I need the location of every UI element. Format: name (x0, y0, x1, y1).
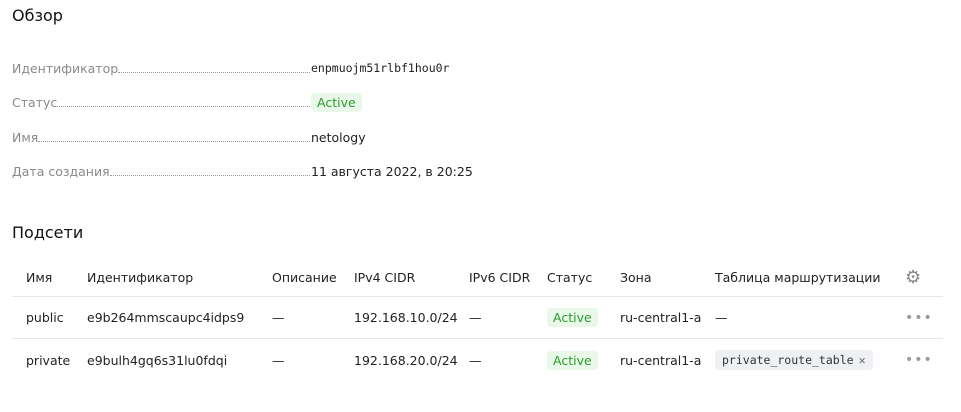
field-value: netology (311, 129, 366, 145)
field-id: Идентификатор enpmuojm51rlbf1hou0r (12, 58, 472, 78)
field-created: Дата создания 11 августа 2022, в 20:25 (12, 161, 473, 181)
col-name: Имя (26, 269, 53, 285)
more-icon[interactable]: ••• (905, 297, 933, 338)
status-badge: Active (311, 92, 362, 112)
field-label: Дата создания (12, 163, 110, 179)
cell-id: e9b264mmscaupc4idps9 (87, 310, 245, 325)
close-icon[interactable]: ✕ (859, 353, 866, 367)
overview-title: Обзор (12, 6, 63, 25)
table-header: Имя Идентификатор Описание IPv4 CIDR IPv… (12, 258, 943, 297)
cell-route-table: — (715, 310, 728, 325)
gear-icon[interactable]: ⚙ (905, 258, 921, 296)
col-ipv4: IPv4 CIDR (354, 269, 416, 285)
col-ipv6: IPv6 CIDR (469, 269, 531, 285)
cell-zone: ru-central1-a (620, 352, 702, 368)
subnets-table: Имя Идентификатор Описание IPv4 CIDR IPv… (12, 258, 943, 381)
field-value: 11 августа 2022, в 20:25 (311, 163, 473, 179)
cell-id: e9bulh4gq6s31lu0fdqi (87, 352, 228, 368)
cell-ipv4: 192.168.10.0/24 (354, 310, 458, 325)
col-route-table: Таблица маршрутизации (715, 269, 881, 285)
route-table-name: private_route_table (722, 353, 854, 367)
status-badge: Active (547, 308, 598, 327)
cell-ipv4: 192.168.20.0/24 (354, 352, 458, 368)
field-label: Статус (12, 94, 58, 110)
cell-name: private (26, 352, 71, 368)
status-badge: Active (547, 350, 598, 370)
col-zone: Зона (620, 269, 652, 285)
field-value: enpmuojm51rlbf1hou0r (311, 61, 450, 75)
cell-ipv6: — (469, 352, 482, 368)
field-label: Имя (12, 129, 39, 145)
col-status: Статус (547, 269, 593, 285)
cell-name: public (26, 310, 64, 325)
field-name: Имя netology (12, 127, 472, 147)
cell-zone: ru-central1-a (620, 310, 702, 325)
col-id: Идентификатор (87, 269, 194, 285)
table-row[interactable]: public e9b264mmscaupc4idps9 — 192.168.10… (12, 297, 943, 339)
route-table-chip[interactable]: private_route_table ✕ (715, 350, 873, 370)
col-description: Описание (272, 269, 337, 285)
cell-description: — (272, 352, 285, 368)
field-status: Статус Active (12, 92, 472, 112)
cell-description: — (272, 310, 285, 325)
field-label: Идентификатор (12, 60, 119, 76)
subnets-title: Подсети (12, 223, 84, 242)
more-icon[interactable]: ••• (905, 339, 933, 381)
table-row[interactable]: private e9bulh4gq6s31lu0fdqi — 192.168.2… (12, 339, 943, 381)
cell-ipv6: — (469, 310, 482, 325)
